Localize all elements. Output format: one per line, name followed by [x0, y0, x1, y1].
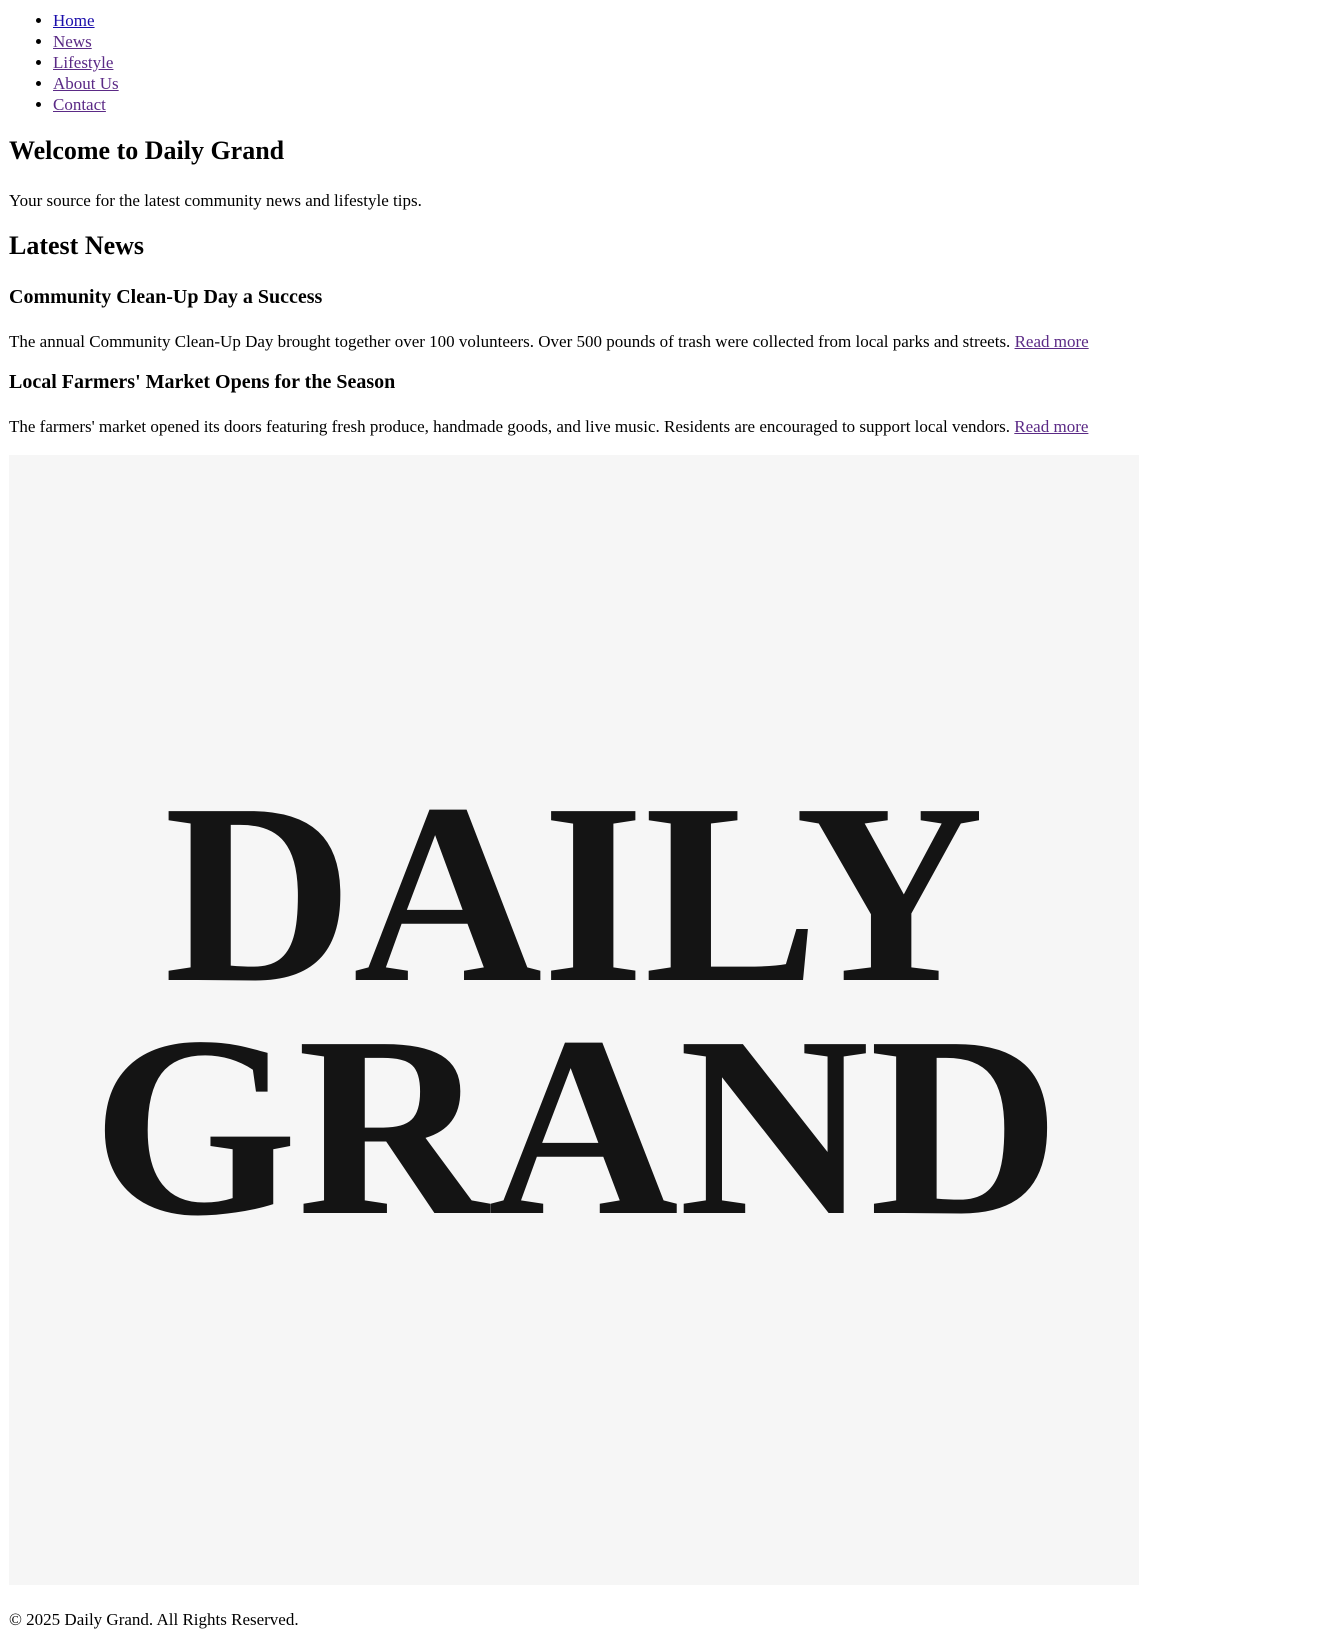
- nav-item-contact: Contact: [53, 94, 119, 115]
- nav-link-about-us[interactable]: About Us: [53, 74, 119, 93]
- nav-item-home: Home: [53, 10, 119, 31]
- hero-tagline: Your source for the latest community new…: [9, 191, 422, 210]
- nav-link-news[interactable]: News: [53, 32, 92, 51]
- logo-line-grand: GRAND: [92, 983, 1060, 1269]
- logo-svg: DAILY GRAND: [9, 455, 1139, 1585]
- daily-grand-logo-image: DAILY GRAND: [9, 455, 1139, 1585]
- article-summary-clean-up: The annual Community Clean-Up Day brough…: [9, 331, 1089, 352]
- read-more-link-farmers-market[interactable]: Read more: [1014, 417, 1088, 436]
- latest-news-heading: Latest News: [9, 231, 145, 260]
- nav-item-about-us: About Us: [53, 73, 119, 94]
- article-summary-text: The annual Community Clean-Up Day brough…: [9, 332, 1011, 351]
- nav-link-home[interactable]: Home: [53, 11, 95, 30]
- article-title-farmers-market: Local Farmers' Market Opens for the Seas…: [9, 371, 396, 393]
- page: Home News Lifestyle About Us Contact Wel…: [0, 0, 1343, 1641]
- nav-link-contact[interactable]: Contact: [53, 95, 106, 114]
- read-more-link-clean-up[interactable]: Read more: [1015, 332, 1089, 351]
- nav-link-lifestyle[interactable]: Lifestyle: [53, 53, 113, 72]
- footer-copyright: © 2025 Daily Grand. All Rights Reserved.: [9, 1610, 299, 1629]
- nav-item-news: News: [53, 31, 119, 52]
- main-navigation: Home News Lifestyle About Us Contact: [0, 10, 119, 115]
- article-summary-text: The farmers' market opened its doors fea…: [9, 417, 1011, 436]
- nav-item-lifestyle: Lifestyle: [53, 52, 119, 73]
- hero-title: Welcome to Daily Grand: [9, 136, 285, 165]
- article-summary-farmers-market: The farmers' market opened its doors fea…: [9, 416, 1088, 437]
- article-title-clean-up: Community Clean-Up Day a Success: [9, 286, 323, 308]
